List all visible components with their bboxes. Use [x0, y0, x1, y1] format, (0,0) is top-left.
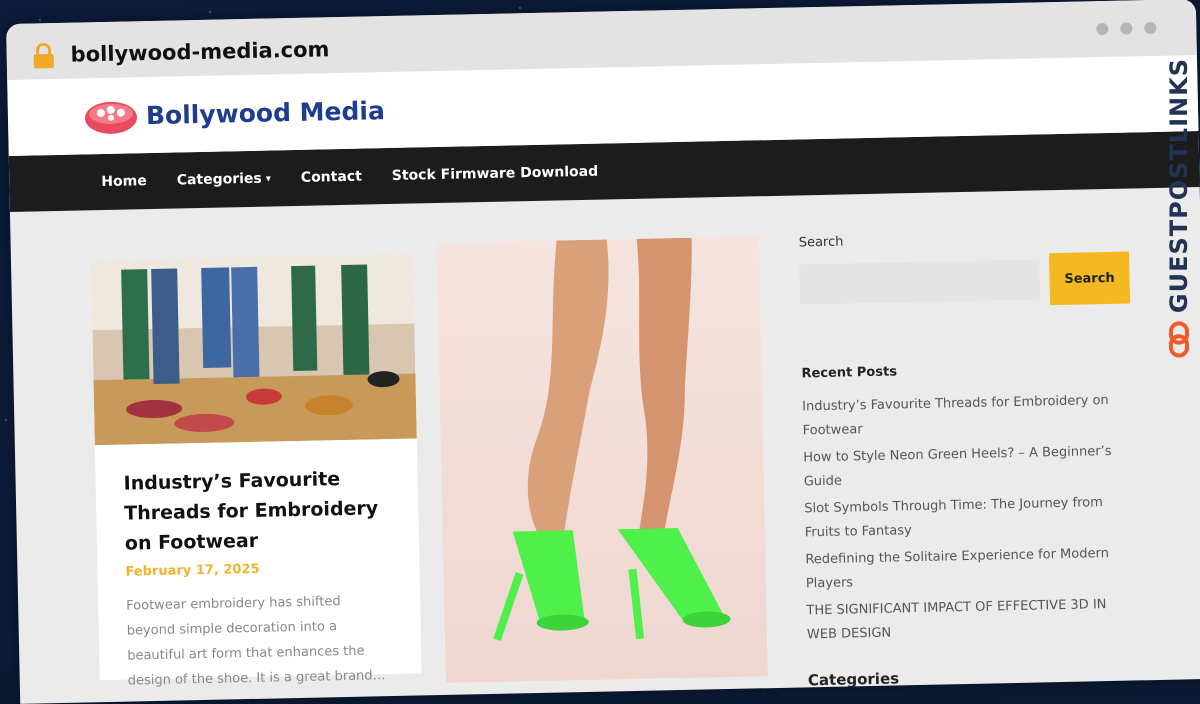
featured-image-card[interactable] — [436, 236, 768, 683]
recent-post-link[interactable]: How to Style Neon Green Heels? – A Begin… — [803, 440, 1132, 495]
window-dot[interactable] — [1120, 22, 1133, 35]
url-text[interactable]: bollywood-media.com — [70, 37, 329, 66]
recent-post-link[interactable]: Redefining the Solitaire Experience for … — [805, 542, 1134, 597]
nav-contact[interactable]: Contact — [301, 169, 362, 186]
post-thumbnail-image[interactable] — [90, 253, 417, 446]
window-dot[interactable] — [1144, 21, 1157, 35]
browser-window: bollywood-media.com Bollywood Media Home… — [6, 0, 1200, 704]
green-heels-image[interactable] — [437, 236, 768, 683]
watermark-text: GUESTPOSTLINKS — [1165, 58, 1193, 314]
guestpostlinks-watermark: GUESTPOSTLINKS — [1162, 58, 1196, 358]
search-input[interactable] — [799, 259, 1040, 305]
search-button[interactable]: Search — [1049, 251, 1131, 306]
categories-heading: Categories — [807, 669, 900, 690]
nav-stock-firmware[interactable]: Stock Firmware Download — [392, 164, 599, 184]
recent-post-link[interactable]: Slot Symbols Through Time: The Journey f… — [804, 491, 1133, 546]
nav-categories[interactable]: Categories ▾ — [176, 170, 271, 189]
window-dot[interactable] — [1096, 22, 1109, 36]
window-controls — [1096, 21, 1157, 36]
post-excerpt: Footwear embroidery has shifted beyond s… — [126, 594, 386, 689]
post-title[interactable]: Industry’s Favourite Threads for Embroid… — [123, 463, 395, 559]
chain-link-icon — [1168, 321, 1190, 358]
film-reel-logo-icon[interactable] — [84, 100, 139, 135]
post-date[interactable]: February 17, 2025 — [125, 559, 391, 580]
recent-post-link[interactable]: THE SIGNIFICANT IMPACT OF EFFECTIVE 3D I… — [806, 592, 1135, 647]
sidebar: Search Search Recent Posts Industry’s Fa… — [799, 228, 1168, 689]
chevron-down-icon: ▾ — [265, 172, 271, 185]
recent-post-link[interactable]: Industry’s Favourite Threads for Embroid… — [802, 389, 1131, 444]
search-label: Search — [798, 234, 844, 251]
post-card[interactable]: Industry’s Favourite Threads for Embroid… — [90, 253, 422, 689]
nav-categories-label: Categories — [176, 170, 262, 189]
site-logo-text[interactable]: Bollywood Media — [146, 96, 385, 130]
lock-icon — [33, 42, 54, 69]
main-content: Industry’s Favourite Threads for Embroid… — [10, 187, 1200, 689]
nav-home[interactable]: Home — [101, 173, 147, 190]
search-form: Search — [799, 251, 1160, 311]
recent-posts-heading: Recent Posts — [801, 364, 898, 382]
recent-posts-list: Industry’s Favourite Threads for Embroid… — [802, 388, 1167, 647]
